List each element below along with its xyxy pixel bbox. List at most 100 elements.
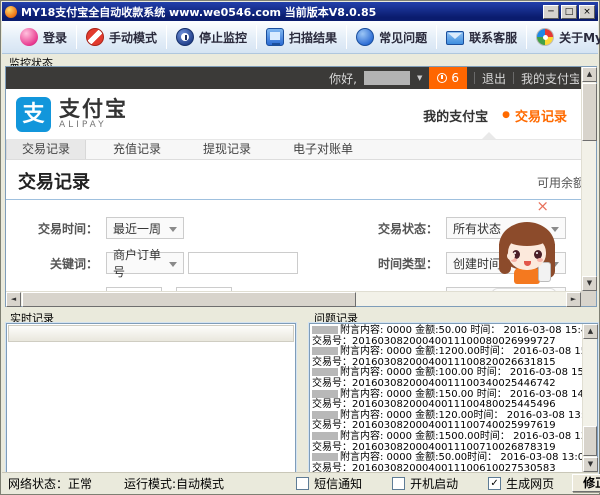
mascot-body — [514, 268, 540, 284]
toolbar-button-label: 扫描结果 — [289, 29, 337, 46]
problems-list-content[interactable]: 附言内容: 0000 金额:50.00 时间： 2016-03-08 15:46… — [310, 324, 582, 472]
toolbar-button-label: 常见问题 — [379, 29, 427, 46]
keyword-type-select[interactable]: 商户订单号 — [106, 252, 184, 274]
notification-badge[interactable]: 6 — [429, 67, 467, 89]
checkbox-label: 开机启动 — [410, 475, 458, 492]
logout-link[interactable]: 退出 — [482, 70, 506, 87]
status-bar: 网络状态：正常 运行模式:自动模式 短信通知 开机启动 生成网页 修正查询 — [2, 472, 598, 493]
record-tabs: 交易记录 充值记录 提现记录 电子对账单 — [6, 139, 581, 160]
app-window: MY18支付宝全自动收款系统 www.we0546.com 当前版本V8.0.8… — [0, 0, 600, 495]
toolbar-button-icon — [446, 31, 464, 45]
toolbar-button[interactable]: 联系客服 — [437, 23, 526, 51]
record-tab[interactable]: 充值记录 — [98, 140, 176, 159]
checkbox[interactable] — [296, 477, 309, 490]
scroll-right-icon[interactable]: ► — [566, 292, 581, 307]
scroll-left-icon[interactable]: ◄ — [6, 292, 21, 307]
browser-horizontal-scrollbar[interactable]: ◄ ► — [6, 291, 581, 306]
notification-count: 6 — [451, 71, 459, 85]
toolbar-button[interactable]: 登录 — [11, 23, 76, 51]
mascot-bangs — [508, 234, 546, 246]
timetype-filter-label: 时间类型： — [346, 255, 446, 272]
statusbar-checkboxes: 短信通知 开机启动 生成网页 — [296, 475, 554, 492]
transaction-status-value: 所有状态 — [453, 220, 501, 237]
scroll-down-icon[interactable]: ▼ — [583, 457, 598, 472]
nav-my-alipay[interactable]: 我的支付宝 — [423, 106, 488, 125]
alipay-name-cn: 支付宝 — [59, 98, 128, 120]
list-item[interactable]: 交易号：20160308200040011100610027530583 — [312, 464, 582, 472]
nav-transactions[interactable]: ● 交易记录 — [502, 106, 567, 125]
scroll-up-icon[interactable]: ▲ — [583, 324, 598, 339]
mascot-speech-bubble — [491, 288, 557, 291]
toolbar: 登录 手动模式 停止监控 扫描结果 — [2, 21, 598, 54]
transaction-time-value: 最近一周 — [113, 220, 161, 237]
app-icon — [5, 6, 17, 18]
alipay-header: 支 支付宝 ALIPAY 我的支付宝 ● 交易记录 — [6, 89, 581, 139]
scrollbar-corner — [581, 291, 596, 306]
scroll-down-icon[interactable]: ▼ — [582, 276, 597, 291]
transaction-time-select[interactable]: 最近一周 — [106, 217, 184, 239]
toolbar-button-icon — [266, 28, 284, 46]
window-title: MY18支付宝全自动收款系统 www.we0546.com 当前版本V8.0.8… — [21, 4, 541, 20]
toolbar-button[interactable]: 停止监控 — [167, 23, 256, 51]
record-tab[interactable]: 交易记录 — [6, 140, 86, 159]
checkbox-item[interactable]: 开机启动 — [392, 475, 458, 492]
toolbar-button-label: 关于My18 — [559, 29, 600, 46]
maximize-button[interactable]: □ — [561, 5, 577, 19]
alipay-logo-text: 支付宝 ALIPAY — [59, 98, 128, 130]
divider — [474, 72, 475, 84]
alarm-icon — [437, 73, 447, 83]
scrollbar-thumb[interactable] — [22, 292, 356, 307]
toolbar-button[interactable]: 手动模式 — [77, 23, 166, 51]
realtime-list[interactable] — [6, 323, 296, 473]
checkbox-item[interactable]: 生成网页 — [488, 475, 554, 492]
toolbar-button-label: 手动模式 — [109, 29, 157, 46]
problems-list[interactable]: 附言内容: 0000 金额:50.00 时间： 2016-03-08 15:46… — [309, 323, 598, 473]
username-redacted — [364, 71, 410, 85]
greeting-text: 你好, — [329, 70, 357, 87]
nav-transactions-label: 交易记录 — [515, 106, 567, 125]
record-tab[interactable]: 提现记录 — [188, 140, 266, 159]
browser-vertical-scrollbar[interactable]: ▲ ▼ — [581, 67, 596, 291]
toolbar-button[interactable]: 常见问题 — [347, 23, 436, 51]
close-button[interactable]: × — [579, 5, 595, 19]
minimize-button[interactable]: ─ — [543, 5, 559, 19]
mascot-hand — [507, 252, 515, 260]
scrollbar-thumb[interactable] — [582, 83, 597, 141]
run-mode-status: 运行模式:自动模式 — [124, 475, 224, 492]
my-alipay-link[interactable]: 我的支付宝 — [521, 70, 579, 87]
checkbox-label: 生成网页 — [506, 475, 554, 492]
divider — [513, 72, 514, 84]
scrollbar-thumb[interactable] — [583, 426, 597, 456]
list-item[interactable]: 附言内容: 0000 金额:50.00 时间： 2016-03-08 15:46… — [312, 326, 582, 337]
chevron-down-icon[interactable]: ▼ — [417, 74, 422, 82]
close-icon[interactable]: × — [536, 199, 549, 214]
record-tab[interactable]: 电子对账单 — [278, 140, 368, 159]
time-type-value: 创建时间 — [453, 255, 501, 272]
mascot-blush — [537, 258, 543, 262]
toolbar-button-icon — [86, 28, 104, 46]
alipay-name-en: ALIPAY — [59, 120, 128, 130]
divider — [6, 199, 581, 200]
toolbar-button-label: 联系客服 — [469, 29, 517, 46]
scroll-up-icon[interactable]: ▲ — [582, 67, 597, 82]
alipay-page: 支 支付宝 ALIPAY 我的支付宝 ● 交易记录 交易记录 — [6, 89, 581, 291]
page-title: 交易记录 — [18, 172, 90, 193]
checkbox[interactable] — [392, 477, 405, 490]
toolbar-button-label: 停止监控 — [199, 29, 247, 46]
checkbox-item[interactable]: 短信通知 — [296, 475, 362, 492]
keyword-input[interactable] — [188, 252, 298, 274]
title-bar: MY18支付宝全自动收款系统 www.we0546.com 当前版本V8.0.8… — [2, 2, 598, 21]
realtime-list-header[interactable] — [8, 325, 294, 342]
network-status: 网络状态：正常 — [8, 475, 92, 492]
list-item[interactable]: 交易号：20160308200040011100340025446742 — [312, 379, 582, 390]
toolbar-button[interactable]: 扫描结果 — [257, 23, 346, 51]
status-filter-label: 交易状态： — [346, 220, 446, 237]
toolbar-button[interactable]: 关于My18 — [527, 23, 600, 51]
mascot-image[interactable] — [495, 222, 559, 291]
keyword-filter-label: 关键词： — [6, 255, 106, 272]
problems-scrollbar[interactable]: ▲ ▼ — [582, 324, 597, 472]
mascot-mouth — [524, 261, 531, 266]
fix-query-button[interactable]: 修正查询 — [572, 474, 600, 492]
list-item[interactable]: 附言内容: 0000 金额:1500.00时间： 2016-03-08 13:0… — [312, 432, 582, 443]
checkbox[interactable] — [488, 477, 501, 490]
